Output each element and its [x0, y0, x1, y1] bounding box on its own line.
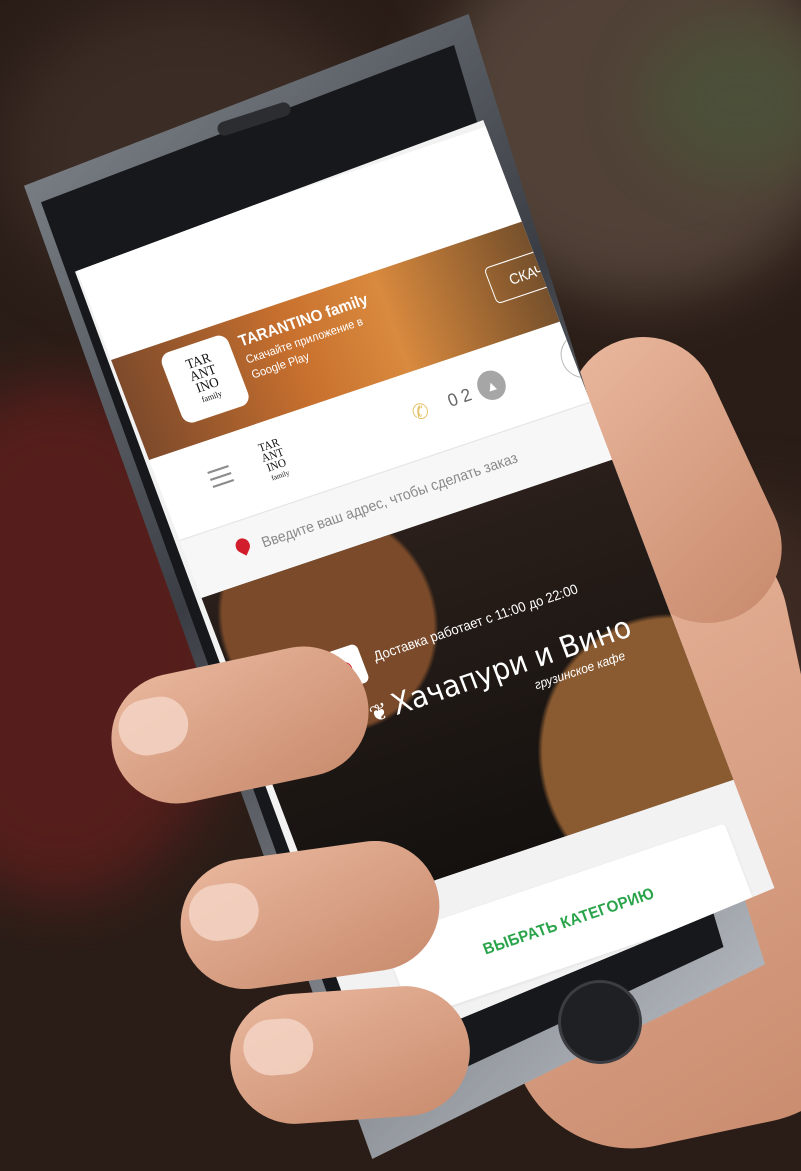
banner-logo: TAR ANT INO family	[158, 332, 252, 426]
location-pin-icon	[233, 535, 253, 556]
site-logo[interactable]: TAR ANT INO family	[233, 419, 316, 503]
phone-home-button	[558, 980, 642, 1064]
phone-icon[interactable]: ✆	[408, 397, 433, 427]
fingernail	[241, 1016, 316, 1078]
cart-icon[interactable]: ▲	[472, 366, 511, 404]
leaf-icon: ❦	[365, 696, 393, 728]
hand-finger	[225, 981, 475, 1129]
fingernail	[185, 879, 263, 945]
cart-count: 0 2	[444, 384, 475, 411]
menu-icon[interactable]	[207, 464, 235, 488]
fingernail	[113, 691, 194, 761]
